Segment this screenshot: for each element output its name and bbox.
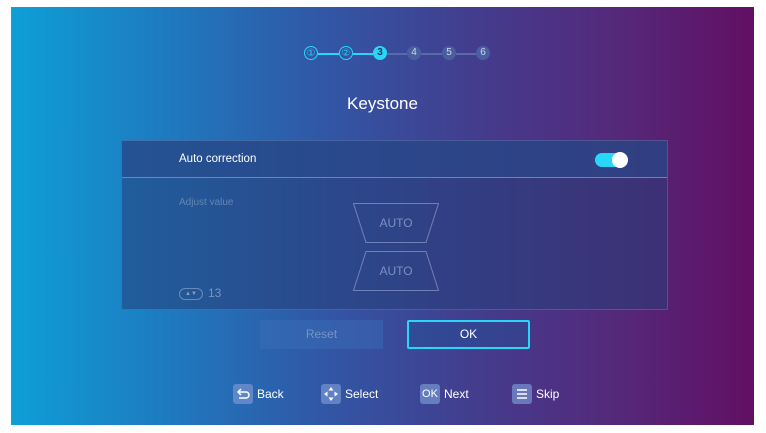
auto-correction-toggle[interactable] [595, 152, 628, 168]
menu-icon [512, 384, 532, 404]
setup-stepper: ① ② 3 4 5 6 [11, 46, 754, 62]
step-connector [387, 53, 407, 55]
step-connector [421, 53, 442, 55]
reset-button[interactable]: Reset [260, 320, 383, 349]
step-5: 5 [442, 46, 456, 60]
keystone-panel: Auto correction Adjust value AUTO AUTO ▲… [121, 140, 668, 310]
step-connector [353, 53, 373, 55]
auto-bottom-label: AUTO [379, 264, 413, 278]
step-connector [318, 53, 339, 55]
step-4: 4 [407, 46, 421, 60]
step-3-current: 3 [373, 46, 387, 60]
step-2: ② [339, 46, 353, 60]
keystone-top-auto: AUTO [353, 203, 439, 243]
auto-correction-label: Auto correction [179, 153, 257, 165]
auto-correction-row[interactable]: Auto correction [122, 141, 667, 178]
back-icon [233, 384, 253, 404]
hint-skip-label: Skip [536, 387, 560, 401]
auto-top-label: AUTO [379, 216, 413, 230]
keystone-value-number: 13 [208, 286, 222, 300]
ok-button[interactable]: OK [407, 320, 530, 349]
page-title: Keystone [347, 94, 418, 113]
hint-select-label: Select [345, 387, 379, 401]
hint-next-label: Next [444, 387, 469, 401]
keystone-screen: ① ② 3 4 5 6 Keystone Auto correction Adj… [11, 7, 754, 425]
dpad-icon [321, 384, 341, 404]
step-1: ① [304, 46, 318, 60]
step-6: 6 [476, 46, 490, 60]
adjust-value-label: Adjust value [179, 197, 234, 208]
step-connector [456, 53, 476, 55]
toggle-knob [612, 152, 628, 168]
hint-back-label: Back [257, 387, 284, 401]
keystone-bottom-auto: AUTO [353, 251, 439, 291]
ok-key-icon: OK [420, 384, 440, 404]
up-down-icon: ▲▼ [179, 288, 203, 300]
